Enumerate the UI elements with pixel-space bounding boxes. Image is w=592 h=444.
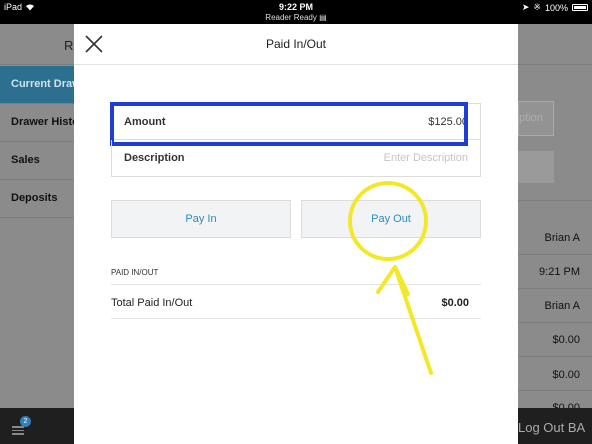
status-right: ➤ ※ 100% (522, 2, 588, 13)
battery-icon (572, 4, 588, 11)
background-row-divider (518, 200, 592, 201)
sidebar-item-sales[interactable]: Sales (0, 142, 74, 180)
sidebar-item-current-drawer[interactable]: Current Drawer (0, 66, 74, 104)
background-button (518, 151, 554, 183)
modal-header: Paid In/Out (74, 24, 518, 65)
amount-row: Amount (110, 102, 481, 146)
modal-title: Paid In/Out (265, 37, 327, 51)
total-value: $0.00 (441, 297, 469, 309)
background-row-divider (518, 254, 592, 255)
sidebar-item-deposits[interactable]: Deposits (0, 180, 74, 218)
background-detail: ption Brian A 9:21 PM Brian A $0.00 $0.0… (518, 24, 592, 414)
pay-in-button[interactable]: Pay In (111, 200, 291, 238)
background-header: Re (0, 24, 81, 64)
background-row: 9:21 PM (539, 266, 580, 278)
bluetooth-icon: ※ (533, 2, 541, 12)
background-row: Brian A (544, 300, 580, 312)
description-row: Description (111, 140, 481, 177)
total-row: Total Paid In/Out $0.00 (111, 284, 481, 319)
total-label: Total Paid In/Out (111, 297, 193, 309)
description-input[interactable] (288, 149, 468, 167)
amount-label: Amount (124, 116, 166, 128)
reader-status: Reader Ready (265, 13, 317, 22)
paid-in-out-modal: Paid In/Out Amount Description Pay In Pa… (74, 24, 518, 444)
background-row-divider (518, 288, 592, 289)
notification-badge: 2 (20, 416, 31, 427)
reader-icon: ▤ (319, 13, 327, 22)
background-row-divider (518, 322, 592, 323)
battery-percent: 100% (544, 2, 568, 13)
sidebar-item-drawer-history[interactable]: Drawer History (0, 104, 74, 142)
background-row: Brian A (544, 232, 580, 244)
pay-out-button[interactable]: Pay Out (301, 200, 481, 238)
background-description-field: ption (518, 101, 554, 136)
background-row-divider (518, 390, 592, 391)
background-row: $0.00 (552, 369, 580, 381)
status-bar: iPad 9:22 PM Reader Ready ▤ ➤ ※ 100% (0, 0, 592, 24)
status-subtitle: Reader Ready ▤ (0, 13, 592, 22)
paid-in-out-form: Amount Description (110, 102, 481, 177)
logout-button[interactable]: Log Out BA (518, 420, 585, 435)
amount-input[interactable] (288, 113, 468, 131)
background-row-divider (518, 356, 592, 357)
description-label: Description (124, 152, 185, 164)
summary-title: PAID IN/OUT (111, 268, 159, 277)
background-row: $0.00 (552, 334, 580, 346)
location-icon: ➤ (521, 2, 530, 12)
menu-icon[interactable] (12, 426, 24, 435)
status-time: 9:22 PM (278, 2, 313, 12)
sidebar: Current Drawer Drawer History Sales Depo… (0, 66, 74, 218)
